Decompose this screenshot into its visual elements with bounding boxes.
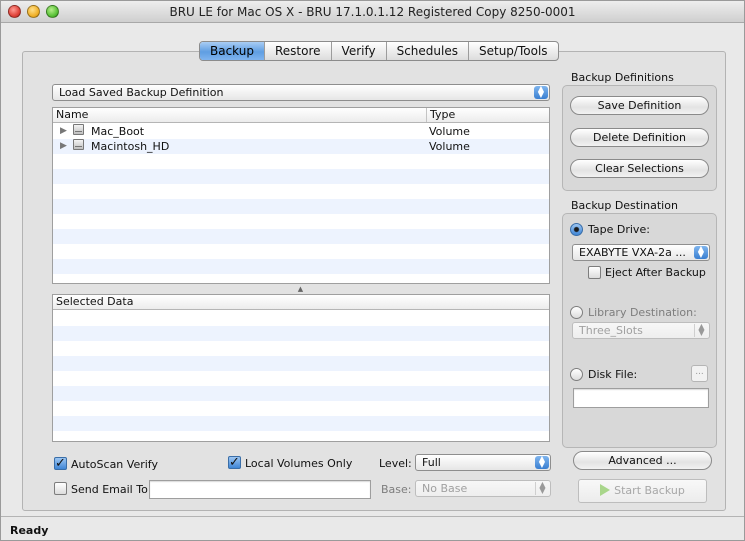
library-destination-radio[interactable]: [570, 306, 583, 319]
start-backup-button[interactable]: Start Backup: [578, 479, 707, 503]
load-definition-popup[interactable]: Load Saved Backup Definition ▲ ▼: [52, 84, 550, 101]
tab-bar: Backup Restore Verify Schedules Setup/To…: [199, 41, 559, 61]
tab-setup-tools[interactable]: Setup/Tools: [469, 42, 558, 60]
selected-table-header: Selected Data: [53, 295, 549, 310]
level-popup[interactable]: Full ▲ ▼: [415, 454, 551, 471]
hard-drive-icon: [73, 124, 84, 135]
save-definition-button[interactable]: Save Definition: [570, 96, 709, 115]
autoscan-verify-label: AutoScan Verify: [71, 458, 158, 471]
row-name: Macintosh_HD: [91, 140, 170, 153]
library-destination-value: Three_Slots: [579, 324, 643, 337]
popup-arrows-icon: ▲ ▼: [694, 323, 708, 337]
eject-after-backup-label: Eject After Backup: [605, 266, 706, 279]
delete-definition-button[interactable]: Delete Definition: [570, 128, 709, 147]
row-type: Volume: [429, 125, 470, 138]
column-header-selected-data[interactable]: Selected Data: [56, 295, 133, 309]
status-text: Ready: [10, 524, 49, 537]
library-destination-label: Library Destination:: [588, 306, 697, 319]
tape-drive-label: Tape Drive:: [588, 223, 650, 236]
backup-definitions-title: Backup Definitions: [571, 71, 674, 84]
send-email-label: Send Email To:: [71, 483, 152, 496]
tape-drive-popup[interactable]: EXABYTE VXA-2a ... ▲ ▼: [572, 244, 710, 261]
column-header-name[interactable]: Name: [56, 108, 88, 122]
disk-file-field[interactable]: [573, 388, 709, 408]
local-volumes-only-checkbox[interactable]: ✓: [228, 456, 241, 469]
level-value: Full: [422, 456, 441, 469]
hard-drive-icon: [73, 139, 84, 150]
status-bar: Ready: [1, 516, 744, 540]
column-header-type[interactable]: Type: [426, 108, 455, 122]
clear-selections-button[interactable]: Clear Selections: [570, 159, 709, 178]
local-volumes-only-label: Local Volumes Only: [245, 457, 353, 470]
tab-verify[interactable]: Verify: [332, 42, 387, 60]
popup-arrows-icon: ▲ ▼: [535, 455, 549, 469]
window-title: BRU LE for Mac OS X - BRU 17.1.0.1.12 Re…: [169, 5, 576, 19]
base-value: No Base: [422, 482, 468, 495]
source-table-header: Name Type: [53, 108, 549, 123]
play-icon: [600, 484, 611, 496]
base-label: Base:: [381, 483, 412, 496]
browse-disk-file-button[interactable]: ...: [691, 365, 708, 382]
title-bar[interactable]: BRU LE for Mac OS X - BRU 17.1.0.1.12 Re…: [1, 1, 744, 23]
popup-arrows-icon: ▲ ▼: [694, 245, 708, 259]
email-address-field[interactable]: [149, 480, 371, 499]
tab-backup[interactable]: Backup: [200, 42, 265, 60]
app-window: BRU LE for Mac OS X - BRU 17.1.0.1.12 Re…: [0, 0, 745, 541]
base-popup[interactable]: No Base ▲ ▼: [415, 480, 551, 497]
library-destination-popup[interactable]: Three_Slots ▲ ▼: [572, 322, 710, 339]
eject-after-backup-checkbox[interactable]: [588, 266, 601, 279]
disk-file-label: Disk File:: [588, 368, 638, 381]
source-table-body: ▶ Mac_Boot Volume ▶ Macintosh_HD Volume: [53, 124, 549, 283]
row-type: Volume: [429, 140, 470, 153]
disk-file-radio[interactable]: [570, 368, 583, 381]
selected-data-table[interactable]: Selected Data: [52, 294, 550, 442]
popup-arrows-icon: ▲ ▼: [535, 481, 549, 495]
table-row[interactable]: ▶ Mac_Boot Volume: [53, 124, 549, 139]
popup-arrows-icon: ▲ ▼: [534, 85, 548, 99]
tape-drive-value: EXABYTE VXA-2a ...: [579, 246, 686, 259]
level-label: Level:: [379, 457, 412, 470]
start-backup-label: Start Backup: [614, 484, 685, 497]
source-volumes-table[interactable]: Name Type ▶ Mac_Boot Volume ▶ Macintosh_…: [52, 107, 550, 284]
disclosure-triangle-icon[interactable]: ▶: [60, 139, 67, 154]
row-name: Mac_Boot: [91, 125, 145, 138]
table-row[interactable]: ▶ Macintosh_HD Volume: [53, 139, 549, 154]
autoscan-verify-checkbox[interactable]: ✓: [54, 457, 67, 470]
selected-table-body: [53, 311, 549, 441]
advanced-button[interactable]: Advanced ...: [573, 451, 712, 470]
tape-drive-radio[interactable]: [570, 223, 583, 236]
backup-destination-title: Backup Destination: [571, 199, 678, 212]
tab-schedules[interactable]: Schedules: [387, 42, 469, 60]
disclosure-triangle-icon[interactable]: ▶: [60, 124, 67, 139]
split-view-handle-icon[interactable]: ▲: [52, 284, 549, 294]
load-definition-value: Load Saved Backup Definition: [59, 86, 224, 99]
tab-restore[interactable]: Restore: [265, 42, 332, 60]
send-email-checkbox[interactable]: [54, 482, 67, 495]
